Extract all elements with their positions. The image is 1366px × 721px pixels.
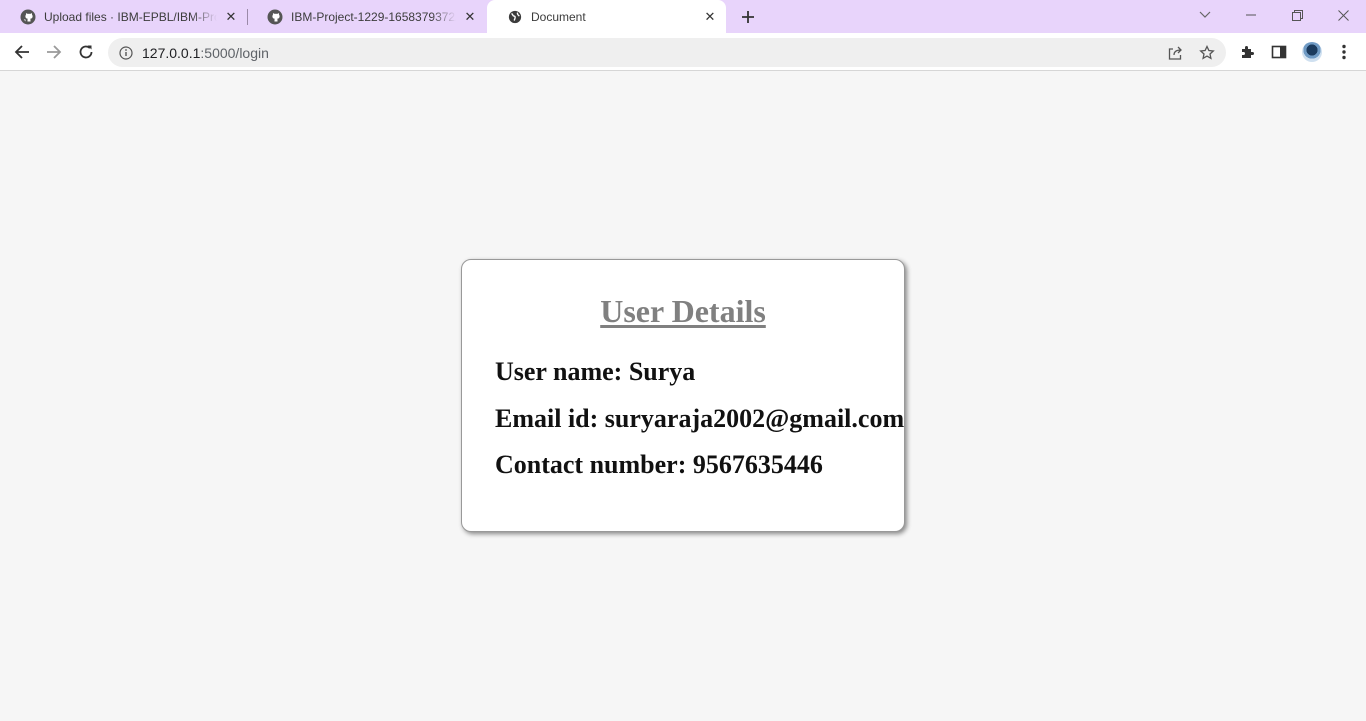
- close-window-icon[interactable]: [1320, 0, 1366, 30]
- share-icon[interactable]: [1166, 44, 1184, 62]
- forward-icon[interactable]: [39, 37, 69, 67]
- url-host: 127.0.0.1: [142, 45, 201, 61]
- user-details-card: User Details User name: Surya Email id: …: [461, 259, 905, 532]
- globe-icon: [507, 9, 523, 25]
- tab-search-icon[interactable]: [1182, 0, 1228, 30]
- contact-value: 9567635446: [692, 450, 823, 479]
- back-icon[interactable]: [7, 37, 37, 67]
- close-tab-icon[interactable]: ✕: [462, 9, 478, 25]
- reload-icon[interactable]: [71, 37, 101, 67]
- side-panel-icon[interactable]: [1264, 37, 1294, 67]
- contact-row: Contact number: 9567635446: [495, 450, 823, 480]
- restore-icon[interactable]: [1274, 0, 1320, 30]
- tab-title: Document: [531, 9, 586, 24]
- user-name-value: Surya: [628, 357, 696, 386]
- url-text: 127.0.0.1:5000/login: [142, 45, 269, 61]
- email-row: Email id: suryaraja2002@gmail.com: [495, 404, 904, 434]
- tab-strip: Upload files · IBM-EPBL/IBM-Project-1229…: [0, 0, 1366, 33]
- more-menu-icon[interactable]: [1329, 37, 1359, 67]
- tab-upload-files[interactable]: Upload files · IBM-EPBL/IBM-Project-1229…: [0, 0, 247, 33]
- tab-document[interactable]: Document ✕: [487, 0, 726, 33]
- site-info-icon[interactable]: [118, 45, 133, 60]
- email-label: Email id:: [495, 404, 599, 433]
- close-tab-icon[interactable]: ✕: [702, 9, 718, 25]
- address-bar[interactable]: 127.0.0.1:5000/login: [108, 38, 1226, 67]
- user-name-label: User name:: [495, 357, 623, 386]
- close-tab-icon[interactable]: ✕: [223, 9, 239, 25]
- browser-toolbar: 127.0.0.1:5000/login: [0, 33, 1366, 71]
- user-name-row: User name: Surya: [495, 357, 695, 387]
- tab-ibm-project[interactable]: IBM-Project-1229-1658379372/Application …: [247, 0, 486, 33]
- extensions-icon[interactable]: [1233, 37, 1263, 67]
- page-title: User Details: [600, 293, 766, 329]
- url-path: :5000/login: [200, 45, 269, 61]
- tab-title: IBM-Project-1229-1658379372/Application: [291, 9, 456, 24]
- new-tab-icon[interactable]: [737, 6, 759, 28]
- email-value: suryaraja2002@gmail.com: [604, 404, 905, 433]
- tab-title: Upload files · IBM-EPBL/IBM-Project-1229…: [44, 9, 217, 24]
- bookmark-star-icon[interactable]: [1198, 44, 1216, 62]
- avatar: [1302, 42, 1322, 62]
- profile-avatar-icon[interactable]: [1297, 37, 1327, 67]
- github-icon: [20, 9, 36, 25]
- minimize-icon[interactable]: [1228, 0, 1274, 30]
- github-icon: [267, 9, 283, 25]
- contact-label: Contact number:: [495, 450, 687, 479]
